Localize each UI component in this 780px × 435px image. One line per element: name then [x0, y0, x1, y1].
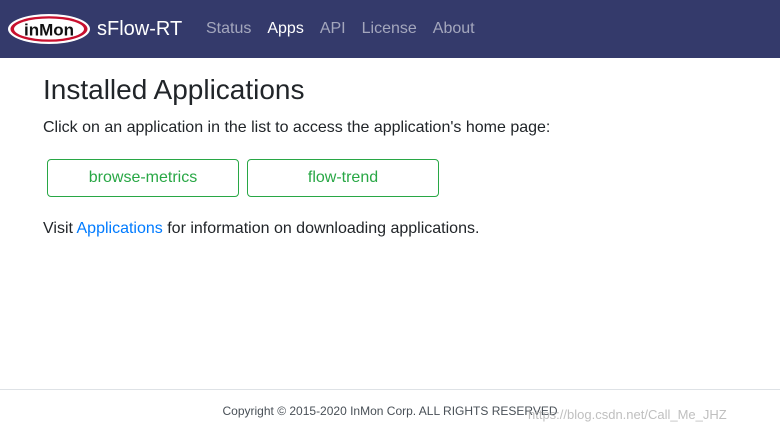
- app-button-browse-metrics[interactable]: browse-metrics: [47, 159, 239, 197]
- visit-text: Visit Applications for information on do…: [43, 219, 479, 239]
- footer-divider: [0, 389, 780, 390]
- main-content: Installed Applications Click on an appli…: [43, 74, 743, 237]
- navbar: inMon sFlow-RT Status Apps API License A…: [0, 0, 780, 58]
- watermark: https://blog.csdn.net/Call_Me_JHZ: [528, 407, 727, 422]
- nav-link-about[interactable]: About: [433, 19, 475, 39]
- nav-link-license[interactable]: License: [362, 19, 417, 39]
- app-button-flow-trend[interactable]: flow-trend: [247, 159, 439, 197]
- page-title: Installed Applications: [43, 74, 305, 105]
- nav-link-api[interactable]: API: [320, 19, 346, 39]
- nav-link-status[interactable]: Status: [206, 19, 251, 39]
- nav-links: Status Apps API License About: [206, 19, 491, 39]
- svg-text:inMon: inMon: [24, 21, 74, 40]
- copyright-text: Copyright © 2015-2020 InMon Corp. ALL RI…: [222, 404, 558, 418]
- inmon-logo[interactable]: inMon: [7, 13, 91, 45]
- applications-link[interactable]: Applications: [77, 220, 163, 237]
- brand-name[interactable]: sFlow-RT: [97, 18, 182, 40]
- nav-link-apps[interactable]: Apps: [267, 19, 303, 39]
- visit-suffix: for information on downloading applicati…: [162, 220, 480, 237]
- intro-text: Click on an application in the list to a…: [43, 119, 551, 136]
- app-list: browse-metrics flow-trend: [47, 159, 439, 197]
- visit-prefix: Visit: [43, 220, 77, 237]
